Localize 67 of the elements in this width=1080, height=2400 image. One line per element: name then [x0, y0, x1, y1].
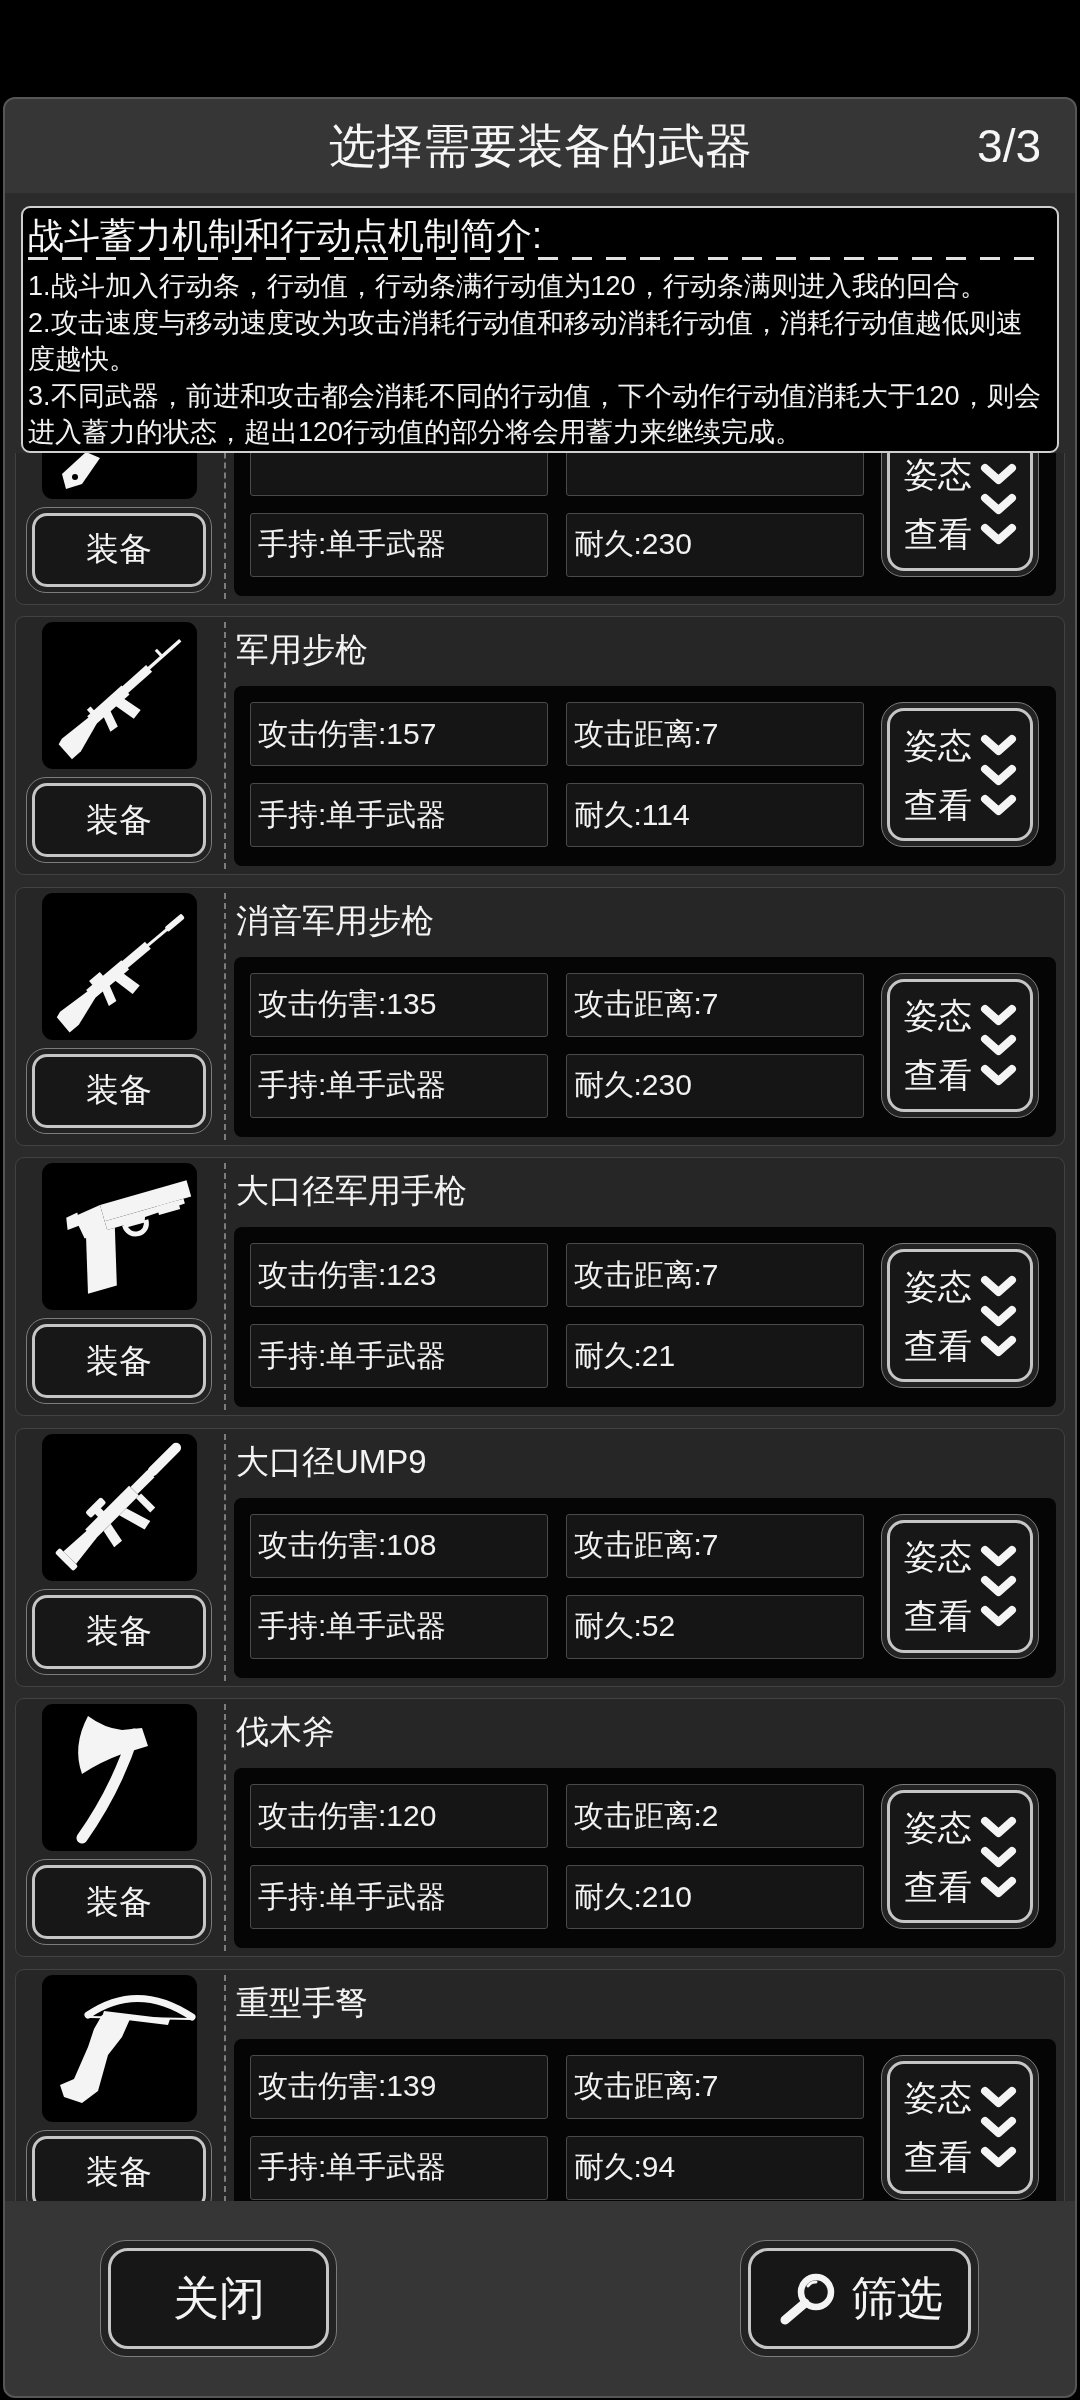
submachine-gun-icon [41, 1433, 197, 1581]
stat-cell: 攻击距离:2 [565, 1784, 864, 1849]
equip-button[interactable]: 装备 [26, 2129, 212, 2201]
stat-cell: 手持:单手武器 [250, 1324, 548, 1389]
crossbow-icon [41, 1974, 197, 2122]
stat-cell: 攻击伤害:108 [250, 1513, 548, 1578]
rifle-icon [41, 892, 197, 1040]
info-title: 战斗蓄力机制和行动点机制简介: [28, 216, 543, 256]
stat-cell: 攻击伤害:157 [250, 702, 548, 767]
stat-cell: 攻击伤害:135 [250, 972, 548, 1037]
chevrons-down-icon [979, 733, 1017, 816]
equip-button[interactable]: 装备 [26, 506, 212, 593]
view-button[interactable]: 姿态 查看 [881, 702, 1039, 848]
view-button[interactable]: 姿态 查看 [881, 972, 1039, 1118]
stat-cell: 耐久:230 [565, 512, 864, 577]
stat-cell: 攻击距离:7 [565, 1243, 864, 1308]
weapon-name: 大口径军用手枪 [236, 1172, 467, 1210]
weapon-name: 大口径UMP9 [236, 1442, 427, 1480]
chevrons-down-icon [979, 1815, 1017, 1898]
filter-button[interactable]: 筛选 [740, 2240, 979, 2357]
stat-cell: 手持:单手武器 [250, 1594, 548, 1659]
equip-button[interactable]: 装备 [26, 1859, 212, 1946]
weapon-name: 伐木斧 [236, 1713, 335, 1751]
rifle-icon [41, 622, 197, 770]
stat-cell: 攻击距离:7 [565, 1513, 864, 1578]
stat-cell: 手持:单手武器 [250, 2135, 548, 2200]
view-button[interactable]: 姿态 查看 [881, 1784, 1039, 1930]
info-text: 1.战斗加入行动条，行动值，行动条满行动值为120，行动条满则进入我的回合。 [28, 270, 988, 303]
weapon-name: 消音军用步枪 [236, 901, 434, 939]
stat-cell: 手持:单手武器 [250, 1865, 548, 1930]
stat-cell: 攻击伤害:120 [250, 1784, 548, 1849]
weapon-name: 重型手弩 [236, 1983, 368, 2021]
stat-cell: 攻击距离:7 [565, 972, 864, 1037]
stat-cell: 耐久:210 [565, 1865, 864, 1930]
equip-button[interactable]: 装备 [26, 1588, 212, 1675]
stat-cell: 手持:单手武器 [250, 1053, 548, 1118]
info-text: 2.攻击速度与移动速度改为攻击消耗行动值和移动消耗行动值，消耗行动值越低则速度越快。 [28, 306, 1024, 377]
view-button[interactable]: 姿态 查看 [881, 2054, 1039, 2200]
stat-cell: 耐久:114 [565, 783, 864, 848]
dialog-title: 选择需要装备的武器 [328, 118, 752, 174]
stat-cell: 手持:单手武器 [250, 512, 548, 577]
equip-button[interactable]: 装备 [26, 1047, 212, 1134]
stat-cell: 攻击距离:7 [565, 702, 864, 767]
axe-icon [41, 1704, 197, 1852]
stat-cell: 攻击距离:7 [565, 2054, 864, 2119]
close-button[interactable]: 关闭 [100, 2240, 337, 2357]
stat-cell: 耐久:230 [565, 1053, 864, 1118]
stat-cell: 耐久:52 [565, 1594, 864, 1659]
chevrons-down-icon [979, 1545, 1017, 1628]
stat-cell: 攻击伤害:139 [250, 2054, 548, 2119]
weapon-name: 军用步枪 [236, 631, 368, 669]
chevrons-down-icon [979, 2086, 1017, 2169]
view-button[interactable]: 姿态 查看 [881, 1243, 1039, 1389]
equip-button[interactable]: 装备 [26, 1318, 212, 1405]
equip-button[interactable]: 装备 [26, 777, 212, 864]
chevrons-down-icon [979, 1274, 1017, 1357]
stat-cell: 耐久:21 [565, 1324, 864, 1389]
info-text: 3.不同武器，前进和攻击都会消耗不同的行动值，下个动作行动值消耗大于120，则会进入蓄力的状态，超出120行动值的部分将会用蓄力来继续完成。 [28, 379, 1042, 450]
view-button[interactable]: 姿态 查看 [881, 452, 1039, 577]
chevrons-down-icon [979, 1004, 1017, 1087]
chevrons-down-icon [979, 463, 1017, 546]
stat-cell: 攻击伤害:123 [250, 1243, 548, 1308]
view-button[interactable]: 姿态 查看 [881, 1513, 1039, 1659]
page-counter: 3/3 [977, 119, 1041, 174]
stat-cell: 手持:单手武器 [250, 783, 548, 848]
pistol-icon [41, 1163, 197, 1311]
stat-cell: 耐久:94 [565, 2135, 864, 2200]
